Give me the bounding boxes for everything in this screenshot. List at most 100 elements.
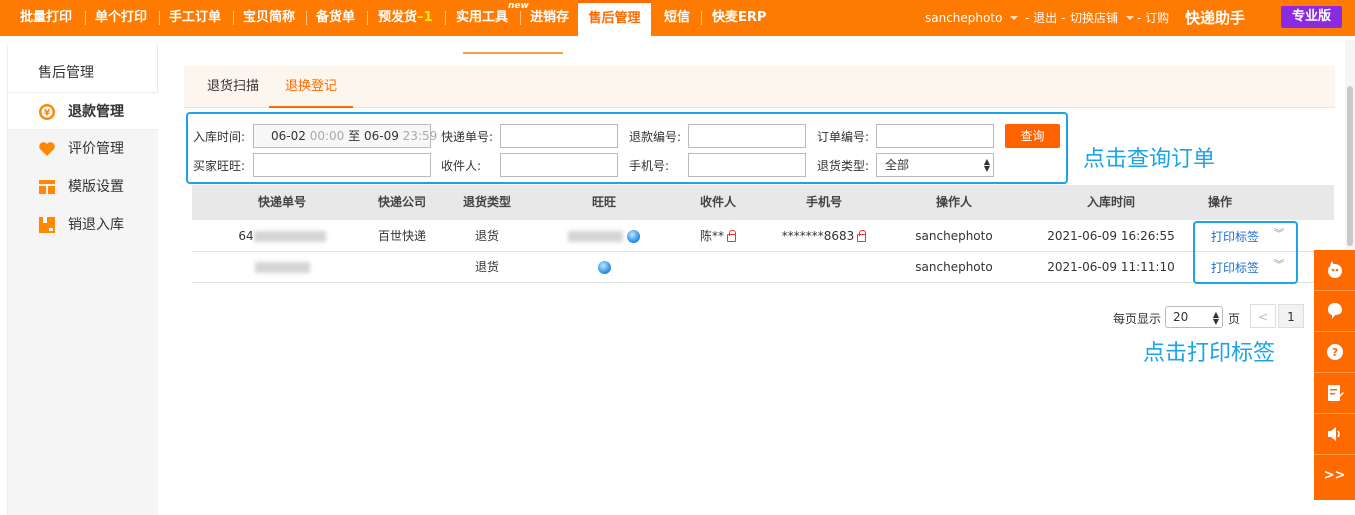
nav-item-manual-order[interactable]: 手工订单	[169, 0, 221, 36]
nav-separator	[701, 11, 702, 25]
user-dropdown-icon[interactable]	[1010, 16, 1018, 20]
time-to: 23:59	[402, 129, 438, 143]
return-type-value: 全部	[885, 158, 910, 172]
edition-badge: 专业版	[1281, 6, 1342, 28]
refund-no-label: 退款编号:	[629, 130, 682, 144]
tracking-cell: 64	[212, 221, 352, 252]
date-separator: 至	[348, 129, 361, 143]
print-label-link[interactable]: 打印标签	[1211, 258, 1259, 278]
return-stock-icon	[38, 216, 56, 234]
nav-item-batch-print[interactable]: 批量打印	[20, 0, 72, 36]
volume-icon[interactable]	[1314, 414, 1355, 455]
redacted-text	[254, 262, 310, 273]
brand-logo: 快递助手	[1185, 0, 1245, 36]
per-page-select[interactable]: 20 ▲ ▼	[1165, 306, 1223, 328]
chevron-down-icon[interactable]: ︾	[1274, 261, 1284, 271]
date-from: 06-02	[271, 129, 306, 143]
column-header: 旺旺	[591, 195, 616, 209]
buyer-input[interactable]	[253, 153, 431, 177]
username[interactable]: sanchephoto	[925, 0, 1002, 36]
tab-bar: 退货扫描 退换登记	[184, 66, 1335, 108]
nav-item-after-sales[interactable]: 售后管理	[578, 0, 651, 36]
receiver-value: 陈**	[699, 229, 724, 243]
nav-item-item-alias[interactable]: 宝贝简称	[243, 0, 295, 36]
wangwang-icon[interactable]	[597, 261, 611, 274]
query-button[interactable]: 查询	[1005, 124, 1060, 148]
presale-count: –1	[417, 10, 433, 25]
mascot-icon[interactable]	[1314, 250, 1355, 291]
nav-item-erp[interactable]: 快麦ERP	[712, 0, 766, 36]
print-hint-annotation: 点击打印标签	[1143, 341, 1276, 366]
redacted-text	[568, 231, 624, 242]
column-header: 入库时间	[1086, 195, 1135, 209]
sidebar-item-label: 评价管理	[68, 141, 124, 157]
svg-text:?: ?	[1331, 346, 1337, 359]
receiver-cell: 陈**	[668, 221, 768, 252]
nav-separator	[445, 11, 446, 25]
chat-bubble-icon[interactable]	[1314, 291, 1355, 332]
column-header: 退货类型	[462, 195, 511, 209]
query-hint-annotation: 点击查询订单	[1083, 147, 1216, 172]
help-icon[interactable]: ?	[1314, 332, 1355, 373]
nav-item-inventory[interactable]: 进销存	[530, 0, 569, 36]
buyer-label: 买家旺旺:	[193, 159, 246, 173]
per-page-value: 20	[1173, 310, 1189, 324]
tab-return-register[interactable]: 退换登记	[269, 66, 354, 108]
per-page-label: 每页显示	[1113, 312, 1162, 326]
date-range-input[interactable]: 06-02 00:00 至 06-09 23:59	[253, 124, 437, 148]
sidebar-item-label: 退款管理	[68, 104, 124, 120]
heart-icon	[38, 140, 56, 158]
top-navigation-bar: 批量打印 单个打印 手工订单 宝贝简称 备货单 预发货–1 实用工具 new 进…	[0, 0, 1355, 36]
scrollbar-thumb[interactable]	[1347, 86, 1353, 246]
switch-store-link[interactable]: 切换店铺	[1070, 0, 1118, 36]
lock-icon[interactable]	[727, 229, 736, 242]
sidebar: 售后管理 ¥ 退款管理 评价管理 模版设置 销退入库	[7, 45, 158, 515]
refund-icon: ¥	[38, 103, 56, 121]
edit-note-icon[interactable]	[1314, 373, 1355, 414]
time-cell: 2021-06-09 16:26:55	[1047, 229, 1175, 243]
chevron-down-icon[interactable]: ︾	[1274, 230, 1284, 240]
refund-no-input[interactable]	[688, 124, 806, 148]
prev-page-button[interactable]: <	[1250, 304, 1276, 328]
lock-icon[interactable]	[857, 229, 867, 242]
switch-store-dropdown-icon[interactable]	[1126, 16, 1134, 20]
wangwang-cell	[554, 221, 654, 252]
expand-button[interactable]: >>	[1314, 455, 1355, 496]
select-arrows-icon: ▲ ▼	[983, 157, 990, 173]
nav-item-stock-list[interactable]: 备货单	[316, 0, 355, 36]
logout-link[interactable]: - 退出 -	[1025, 0, 1065, 36]
tab-return-scan[interactable]: 退货扫描	[207, 66, 259, 108]
phone-cell	[774, 252, 874, 283]
tracking-cell	[212, 252, 352, 283]
time-from: 00:00	[309, 129, 345, 143]
subscribe-link[interactable]: - 订购	[1137, 0, 1169, 36]
nav-separator	[520, 11, 521, 25]
phone-value: *******8683	[781, 229, 855, 243]
column-header: 操作	[1207, 195, 1232, 209]
brand-name: 快递助手	[1185, 9, 1246, 27]
wangwang-icon[interactable]	[626, 230, 640, 243]
tracking-input[interactable]	[500, 124, 618, 148]
nav-item-single-print[interactable]: 单个打印	[95, 0, 147, 36]
sidebar-item-return-stock[interactable]: 销退入库	[8, 206, 158, 244]
sidebar-item-template[interactable]: 模版设置	[8, 168, 158, 206]
date-to: 06-09	[363, 129, 399, 143]
page-button-current[interactable]: 1	[1278, 304, 1304, 328]
sidebar-item-label: 模版设置	[68, 179, 124, 195]
sidebar-item-reviews[interactable]: 评价管理	[8, 130, 158, 168]
table-header: 快递单号 快递公司 退货类型 旺旺 收件人 手机号 操作人 入库时间 操作	[192, 185, 1334, 220]
phone-input[interactable]	[688, 153, 806, 177]
receiver-cell	[668, 252, 768, 283]
receiver-input[interactable]	[500, 153, 618, 177]
print-label-link[interactable]: 打印标签	[1211, 227, 1259, 247]
sidebar-item-refund[interactable]: ¥ 退款管理	[8, 92, 158, 130]
type-cell: 退货	[474, 229, 499, 243]
nav-item-presale[interactable]: 预发货–1	[378, 0, 433, 36]
return-type-select[interactable]: 全部 ▲ ▼	[876, 153, 994, 177]
template-icon	[38, 178, 56, 196]
order-no-input[interactable]	[876, 124, 994, 148]
nav-item-tools[interactable]: 实用工具	[456, 0, 508, 36]
nav-separator	[367, 11, 368, 25]
nav-item-sms[interactable]: 短信	[664, 0, 690, 36]
tracking-number: 64	[238, 229, 254, 243]
